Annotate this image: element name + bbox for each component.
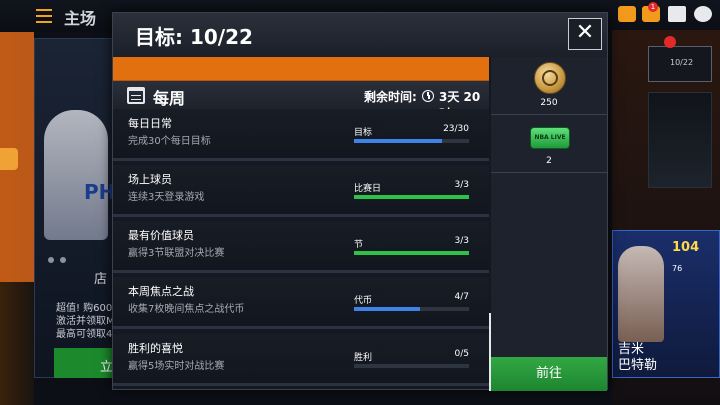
promo-line-3: 最高可领取48 xyxy=(56,329,119,340)
goal-category: 节 xyxy=(354,240,364,250)
close-button[interactable]: ✕ xyxy=(568,18,602,50)
goal-description: 完成30个每日目标 xyxy=(128,136,211,147)
calendar-icon xyxy=(127,87,145,104)
clock-icon xyxy=(422,90,434,102)
cart-icon[interactable] xyxy=(668,6,686,22)
carousel-dots xyxy=(48,248,72,267)
goal-progress-bar xyxy=(354,307,469,311)
goal-progress-bar xyxy=(354,139,469,143)
home-title: 主场 xyxy=(64,9,97,28)
mail-icon[interactable] xyxy=(618,6,636,22)
reward-tickets-value: 2 xyxy=(546,156,552,166)
nba-live-ticket-icon: NBA LIVE xyxy=(530,127,570,149)
goal-description: 连续3天登录游戏 xyxy=(128,192,205,203)
goal-list[interactable]: 每日日常 完成30个每日目标 目标 23/30 场上球员 连续3天登录游戏 比赛日 3/3 最有… xyxy=(113,109,489,391)
goal-row[interactable]: 本周焦点之战收集7枚晚间焦点之战代币 代币 4/7 xyxy=(113,277,489,329)
goal-row[interactable]: 胜利的喜悦赢得5场实时对战比赛 胜利 0/5 xyxy=(113,334,489,386)
team-logo: 76 xyxy=(672,264,683,273)
basketball-coin-icon xyxy=(534,62,566,94)
goal-category: 比赛日 xyxy=(354,184,382,194)
right-goal-counter: 10/22 xyxy=(670,58,694,67)
dialog-title: 目标: 10/22 xyxy=(135,25,253,49)
time-remaining-label: 剩余时间: xyxy=(364,90,417,104)
goal-name: 场上球员 xyxy=(128,173,172,186)
goal-description: 赢得5场实时对战比赛 xyxy=(128,361,225,372)
reward-coins: 250 xyxy=(491,57,607,115)
goal-category: 代币 xyxy=(354,296,373,306)
goal-progress-text: 3/3 xyxy=(454,236,469,246)
player-image xyxy=(44,110,108,240)
settings-icon[interactable] xyxy=(694,6,712,22)
goal-row[interactable]: 每日日常完成30个每日目标 目标 23/30 xyxy=(113,109,489,161)
player-card-image xyxy=(618,246,664,342)
goal-category: 目标 xyxy=(354,128,373,138)
dialog-header: 目标: 10/22 ✕ xyxy=(113,13,607,57)
goal-name: 最有价值球员 xyxy=(128,229,194,242)
goal-name: 本周焦点之战 xyxy=(128,285,194,298)
goal-progress-text: 3/3 xyxy=(454,180,469,190)
jersey-text: PH xyxy=(84,180,116,204)
goal-progress-text: 4/7 xyxy=(454,292,469,302)
notification-badge: 1 xyxy=(648,2,658,12)
goal-description: 收集7枚晚间焦点之战代币 xyxy=(128,304,245,315)
goal-row[interactable]: 场上球员连续3天登录游戏 比赛日 3/3 xyxy=(113,165,489,217)
goal-progress-text: 0/5 xyxy=(454,349,469,359)
goal-progress-fill xyxy=(354,307,420,311)
goal-description: 赢得3节联盟对决比赛 xyxy=(128,248,225,259)
goal-progress-text: 23/30 xyxy=(443,124,469,134)
goal-row[interactable]: 最有价值球员赢得3节联盟对决比赛 节 3/3 xyxy=(113,221,489,273)
player-name-line-2: 巴特勒 xyxy=(618,358,658,373)
game-screen: 主场 1 PH 店 超值! 购600 激活并领取M 最高可领取48 立 10/2… xyxy=(0,0,720,405)
reward-tickets: NBA LIVE 2 xyxy=(491,115,607,173)
player-rating: 104 xyxy=(672,240,700,255)
menu-icon[interactable] xyxy=(36,9,52,23)
goal-progress-bar xyxy=(354,364,469,368)
goal-progress-fill xyxy=(354,251,469,255)
weekly-label: 每周 xyxy=(153,89,186,108)
goal-progress-fill xyxy=(354,139,442,143)
top-right-icons xyxy=(612,6,716,26)
promo-char: 店 xyxy=(94,272,108,287)
go-button[interactable]: 前往 xyxy=(491,357,607,391)
reward-coins-value: 250 xyxy=(540,98,558,108)
goal-progress-fill xyxy=(354,195,469,199)
right-item-card[interactable] xyxy=(648,92,712,188)
goal-name: 胜利的喜悦 xyxy=(128,342,183,355)
goals-dialog: 目标: 10/22 ✕ 每周 剩余时间: 3天 20时 每日日常完成30个每日目… xyxy=(112,12,608,391)
right-alert-badge xyxy=(664,36,676,48)
goal-name: 每日日常 xyxy=(128,117,172,130)
goal-category: 胜利 xyxy=(354,353,373,363)
expand-arrow-icon[interactable] xyxy=(0,148,18,170)
goal-progress-bar xyxy=(354,251,469,255)
weekly-section-header: 每周 剩余时间: 3天 20时 xyxy=(113,81,489,121)
goal-progress-bar xyxy=(354,195,469,199)
reward-column: 250 NBA LIVE 2 xyxy=(491,57,607,389)
previous-section-band xyxy=(113,57,489,81)
